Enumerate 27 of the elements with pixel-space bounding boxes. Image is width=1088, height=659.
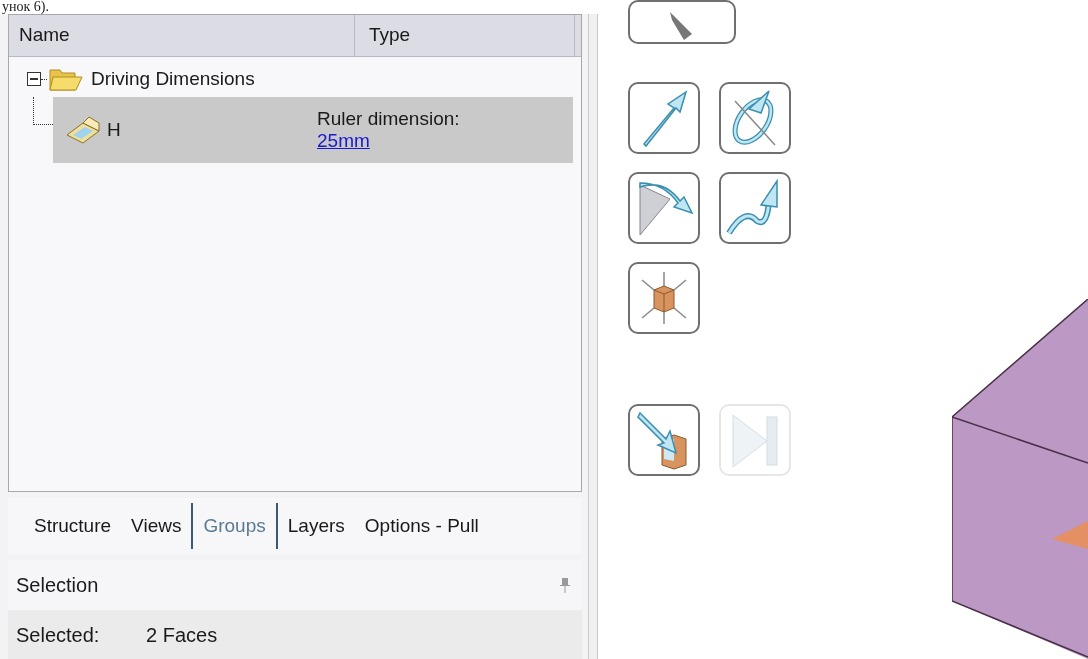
ruler-dimension-icon: [65, 115, 101, 145]
caption-text: унок 6).: [2, 0, 49, 14]
folder-icon: [49, 66, 83, 92]
column-header[interactable]: Type: [355, 15, 575, 56]
tool-button[interactable]: [628, 0, 736, 44]
tool-button[interactable]: [628, 404, 700, 476]
type-text: Ruler dimension:: [317, 108, 460, 130]
tab[interactable]: Views: [121, 503, 192, 549]
field-label: Selected:: [16, 622, 101, 648]
column-header[interactable]: Name: [9, 15, 355, 56]
collapse-toggle[interactable]: [27, 72, 41, 86]
tab[interactable]: Layers: [277, 503, 355, 549]
tree-row[interactable]: H Ruler dimension: 25mm: [53, 97, 573, 163]
tab[interactable]: Options - Pull: [354, 503, 489, 549]
tool-button[interactable]: [719, 82, 791, 154]
tree-item-label[interactable]: Driving Dimensions: [91, 64, 255, 94]
value-link[interactable]: 25mm: [317, 130, 460, 152]
tab[interactable]: Structure: [24, 503, 122, 549]
field-value: 2 Faces: [146, 622, 218, 648]
tree-item-label: H: [107, 117, 122, 142]
panel-title: Selection: [16, 573, 99, 598]
pin-icon[interactable]: [560, 577, 570, 593]
tool-button[interactable]: [628, 172, 700, 244]
tab[interactable]: Groups: [191, 503, 278, 549]
tool-button[interactable]: [628, 262, 700, 334]
tool-button[interactable]: [719, 172, 791, 244]
tool-button[interactable]: [628, 82, 700, 154]
